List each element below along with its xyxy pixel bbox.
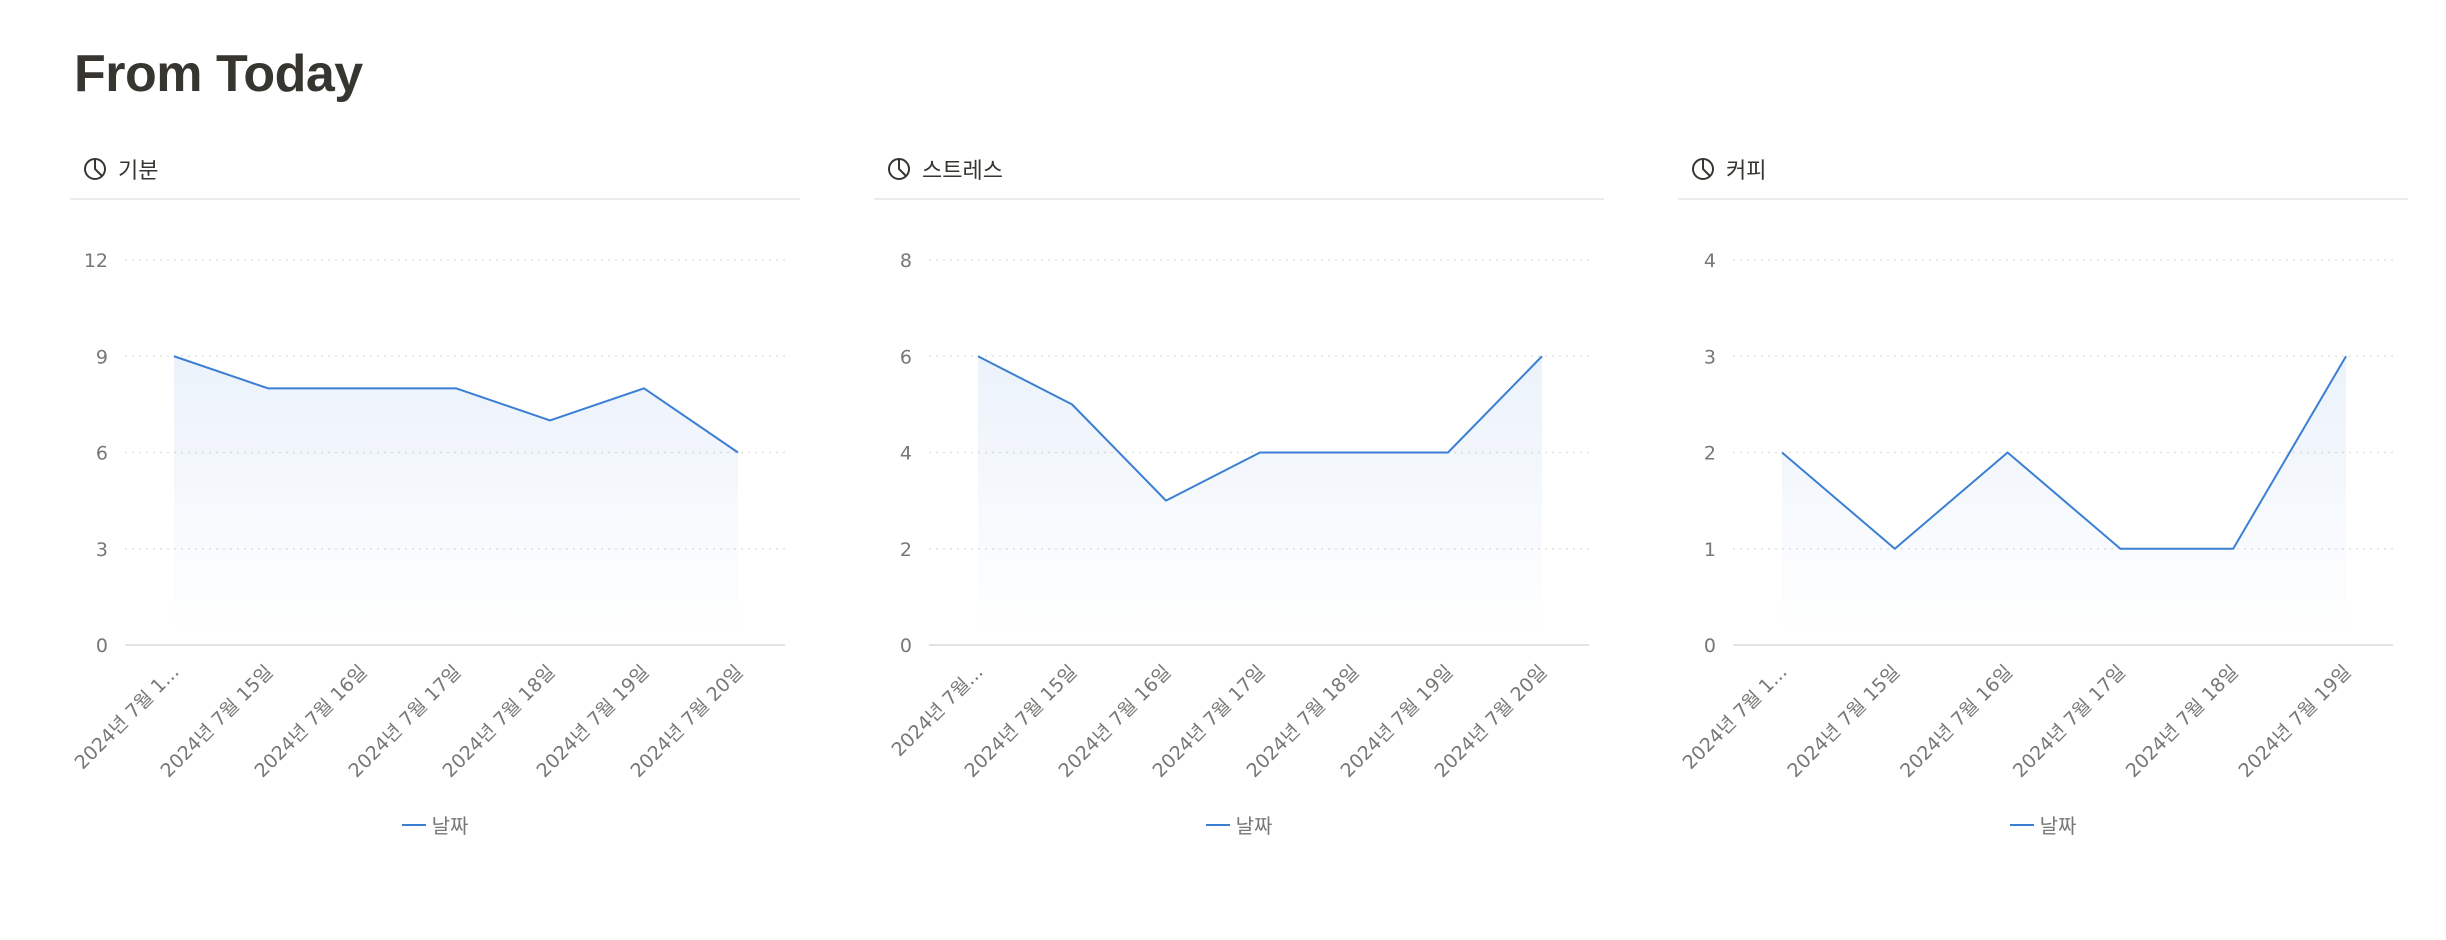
chart-plot: 024682024년 7월...2024년 7월 15일2024년 7월 16일… [887, 250, 1589, 782]
legend-label: 날짜 [1235, 814, 1273, 838]
chart-panel-mood: 기분 0 3 6 9 12 2024년 7월 1... 2024년 7월 15일 2024년 … [70, 140, 800, 860]
data-point [1163, 498, 1169, 504]
chart-panel-stress: 스트레스 0 2 4 6 8 2024년 7월... 2024년 7월 15일 2024년 7… [874, 140, 1604, 860]
page-title: From Today [74, 45, 363, 103]
chart-header: 스트레스 [874, 140, 1604, 200]
chart-plot: 0369122024년 7월 1...2024년 7월 15일2024년 7월 … [71, 250, 785, 782]
y-tick-label: 4 [1704, 250, 1716, 272]
x-tick-label: 2024년 7월 16일 [1896, 661, 2017, 782]
x-tick-label: 2024년 7월 19일 [2235, 661, 2356, 782]
x-tick-label: 2024년 7월... [887, 661, 987, 761]
y-tick-label: 0 [1704, 635, 1716, 657]
data-point [547, 417, 553, 423]
data-point [975, 353, 981, 359]
pie-chart-icon [886, 156, 912, 182]
y-tick-label: 8 [900, 250, 912, 272]
data-point [359, 385, 365, 391]
chart-legend[interactable]: 날짜 [1678, 810, 2408, 839]
x-tick-label: 2024년 7월 1... [1679, 661, 1792, 774]
x-tick-label: 2024년 7월 15일 [1783, 661, 1904, 782]
data-point [1539, 353, 1545, 359]
series-area [174, 356, 738, 637]
data-point [2230, 546, 2236, 552]
data-point [2117, 546, 2123, 552]
data-point [735, 450, 741, 456]
chart-title: 기분 [118, 159, 159, 184]
y-tick-label: 0 [900, 635, 912, 657]
data-point [1351, 450, 1357, 456]
y-tick-label: 1 [1704, 539, 1716, 561]
data-point [1445, 450, 1451, 456]
y-tick-label: 2 [900, 539, 912, 561]
data-point [1257, 450, 1263, 456]
data-point [265, 385, 271, 391]
chart-header: 커피 [1678, 140, 2408, 200]
series-area [978, 356, 1542, 637]
data-point [171, 353, 177, 359]
legend-swatch [401, 823, 426, 826]
x-tick-label: 2024년 7월 18일 [2122, 661, 2243, 782]
chart-legend[interactable]: 날짜 [874, 810, 1604, 839]
chart-title: 스트레스 [922, 159, 1003, 184]
legend-swatch [1205, 823, 1230, 826]
y-tick-label: 2 [1704, 443, 1716, 465]
data-point [1779, 450, 1785, 456]
y-tick-label: 9 [96, 346, 108, 368]
y-tick-label: 0 [96, 635, 108, 657]
data-point [453, 385, 459, 391]
pie-chart-icon [82, 156, 108, 182]
data-point [2343, 353, 2349, 359]
data-point [2005, 450, 2011, 456]
legend-label: 날짜 [2039, 814, 2077, 838]
pie-chart-icon [1690, 156, 1716, 182]
x-tick-label: 2024년 7월 17일 [2009, 661, 2130, 782]
chart-legend[interactable]: 날짜 [70, 810, 800, 839]
chart-title: 커피 [1726, 159, 1767, 184]
y-tick-label: 4 [900, 443, 912, 465]
data-point [1069, 401, 1075, 407]
y-tick-label: 3 [96, 539, 108, 561]
series-area [1782, 356, 2346, 637]
chart-header: 기분 [70, 140, 800, 200]
legend-label: 날짜 [431, 814, 469, 838]
chart-plot: 012342024년 7월 1...2024년 7월 15일2024년 7월 1… [1679, 250, 2393, 782]
y-tick-label: 6 [900, 346, 912, 368]
chart-panel-coffee: 커피 0 1 2 3 4 2024년 7월 1... 2024년 7월 15일 2024년 7… [1678, 140, 2408, 860]
y-tick-label: 6 [96, 443, 108, 465]
y-tick-label: 12 [84, 250, 108, 272]
data-point [1892, 546, 1898, 552]
data-point [641, 385, 647, 391]
legend-swatch [2009, 823, 2034, 826]
y-tick-label: 3 [1704, 346, 1716, 368]
